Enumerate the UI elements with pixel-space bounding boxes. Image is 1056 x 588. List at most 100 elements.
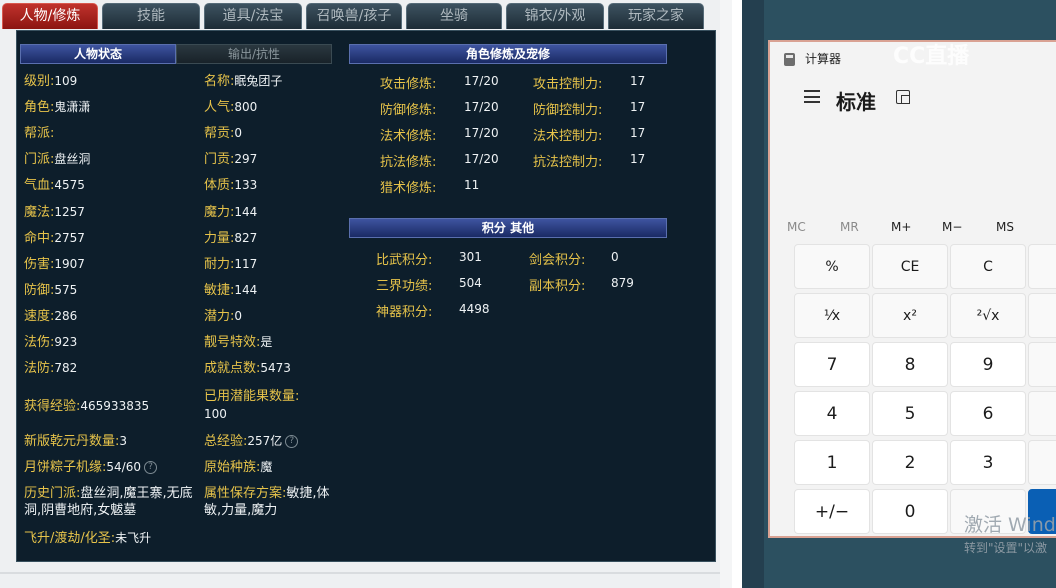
stat-row: 帮派: bbox=[24, 125, 54, 142]
tab-summons[interactable]: 召唤兽/孩子 bbox=[306, 3, 402, 29]
exp-label: 获得经验: bbox=[24, 399, 81, 414]
points-value: 504 bbox=[459, 276, 482, 291]
calc-key[interactable]: CE bbox=[872, 244, 948, 289]
points-value: 301 bbox=[459, 250, 482, 264]
help-icon[interactable]: ? bbox=[143, 461, 157, 474]
calc-key[interactable]: 7 bbox=[794, 342, 870, 387]
ascend-row: 飞升/渡劫/化圣:未飞升 bbox=[24, 530, 151, 547]
attr-save-label: 属性保存方案: bbox=[204, 486, 287, 501]
stat-value: 1257 bbox=[54, 204, 85, 219]
scrollbar[interactable] bbox=[720, 0, 732, 588]
stat-label: 靓号特效: bbox=[204, 335, 261, 350]
stat-label: 敏捷: bbox=[204, 282, 235, 298]
stat-row: 气血:4575 bbox=[24, 177, 85, 194]
calculator-window: 计算器 标准 MC MR M+ M− MS % CE C ¹⁄x x² ²√x 7 8 9 4 5 6 1 2 3 +… bbox=[768, 40, 1056, 538]
window-edge bbox=[742, 0, 764, 588]
cultivation-label: 攻击控制力: bbox=[533, 77, 603, 92]
cultivation-value: 17/20 bbox=[464, 100, 499, 115]
calc-key[interactable] bbox=[1028, 391, 1056, 436]
stat-label: 门派: bbox=[24, 152, 55, 168]
stat-value: 盘丝洞 bbox=[54, 152, 91, 167]
stat-value: 144 bbox=[234, 204, 258, 219]
memory-button-3[interactable]: M− bbox=[942, 220, 962, 234]
calc-key[interactable] bbox=[1028, 244, 1056, 289]
stat-label: 人气: bbox=[204, 100, 235, 116]
tab-output-resist[interactable]: 输出/抗性 bbox=[176, 44, 332, 64]
tab-character[interactable]: 人物/修炼 bbox=[2, 3, 98, 29]
tab-items[interactable]: 道具/法宝 bbox=[204, 3, 302, 29]
stat-row: 人气:800 bbox=[204, 99, 257, 116]
zongzi-row: 月饼粽子机缘:54/60? bbox=[24, 459, 157, 476]
calc-key[interactable]: ¹⁄x bbox=[794, 293, 870, 338]
menu-icon[interactable] bbox=[804, 90, 820, 103]
calc-key[interactable]: 9 bbox=[950, 342, 1026, 387]
stat-value: 782 bbox=[54, 361, 78, 376]
calc-key[interactable]: 1 bbox=[794, 440, 870, 485]
stat-label: 魔力: bbox=[204, 204, 235, 220]
total-exp-label: 总经验: bbox=[204, 434, 248, 449]
potion-value-row: 100 bbox=[204, 406, 227, 423]
stat-label: 法伤: bbox=[24, 335, 55, 350]
stat-value: 923 bbox=[54, 335, 78, 349]
calc-key[interactable]: ²√x bbox=[950, 293, 1026, 338]
total-exp-row: 总经验:257亿? bbox=[204, 433, 299, 450]
calc-key[interactable]: +/− bbox=[794, 489, 870, 534]
race-label: 原始种族: bbox=[204, 460, 261, 475]
calc-key[interactable]: x² bbox=[872, 293, 948, 338]
divider bbox=[0, 572, 720, 574]
history-row: 历史门派:盘丝洞,魔王寨,无底洞,阴曹地府,女魃墓 bbox=[24, 485, 196, 519]
activation-notice: 激活 Windo bbox=[964, 514, 1056, 536]
memory-button-2[interactable]: M+ bbox=[891, 220, 911, 234]
stat-label: 级别: bbox=[24, 74, 55, 89]
stat-row: 靓号特效:是 bbox=[204, 334, 272, 351]
tab-home[interactable]: 玩家之家 bbox=[608, 3, 704, 29]
stat-value: 鬼潇潇 bbox=[54, 100, 91, 115]
cultivation-value: 17/20 bbox=[464, 126, 499, 141]
calc-key[interactable] bbox=[1028, 440, 1056, 485]
activation-subtext: 转到"设置"以激 bbox=[964, 541, 1048, 555]
stat-row: 魔法:1257 bbox=[24, 204, 85, 221]
zongzi-label: 月饼粽子机缘: bbox=[24, 460, 107, 475]
stat-value: 117 bbox=[234, 256, 258, 271]
stat-row: 魔力:144 bbox=[204, 204, 257, 221]
stat-label: 体质: bbox=[204, 178, 235, 194]
calculator-titlebar: 计算器 bbox=[784, 50, 841, 67]
cultivation-label: 攻击修炼: bbox=[380, 77, 437, 92]
points-value: 879 bbox=[611, 276, 634, 291]
calc-key[interactable]: 4 bbox=[794, 391, 870, 436]
tab-status[interactable]: 人物状态 bbox=[20, 44, 176, 64]
memory-button-1[interactable]: MR bbox=[840, 220, 859, 234]
stat-row: 门贡:297 bbox=[204, 151, 257, 168]
stat-value: 0 bbox=[234, 308, 243, 323]
calculator-icon bbox=[784, 53, 795, 66]
memory-button-0[interactable]: MC bbox=[787, 220, 806, 234]
keep-on-top-icon[interactable] bbox=[896, 90, 910, 104]
calc-key[interactable]: % bbox=[794, 244, 870, 289]
calc-key[interactable] bbox=[1028, 342, 1056, 387]
calc-key[interactable]: 8 bbox=[872, 342, 948, 387]
stat-row: 法伤:923 bbox=[24, 334, 77, 351]
cultivation-label: 抗法控制力: bbox=[533, 155, 603, 171]
calc-key[interactable]: C bbox=[950, 244, 1026, 289]
help-icon[interactable]: ? bbox=[285, 435, 299, 448]
cultivation-label: 抗法修炼: bbox=[380, 155, 437, 171]
calc-key[interactable]: 0 bbox=[872, 489, 948, 534]
stat-label: 名称: bbox=[204, 74, 235, 89]
points-label: 比武积分: bbox=[376, 253, 433, 268]
memory-button-4[interactable]: MS bbox=[996, 220, 1014, 234]
tab-skills[interactable]: 技能 bbox=[102, 3, 200, 29]
calc-key[interactable]: 5 bbox=[872, 391, 948, 436]
potion-row: 已用潜能果数量: bbox=[204, 389, 299, 405]
calc-key[interactable]: 6 bbox=[950, 391, 1026, 436]
tab-outfits[interactable]: 锦衣/外观 bbox=[506, 3, 604, 29]
cultivation-value: 17 bbox=[630, 100, 646, 115]
stat-value: 297 bbox=[234, 152, 258, 167]
stat-label: 帮贡: bbox=[204, 126, 235, 142]
calc-key[interactable] bbox=[1028, 293, 1056, 338]
points-value: 4498 bbox=[459, 302, 490, 317]
cultivation-value: 17/20 bbox=[464, 74, 499, 88]
tab-mounts[interactable]: 坐骑 bbox=[406, 3, 502, 29]
calc-key[interactable]: 2 bbox=[872, 440, 948, 485]
calc-key[interactable]: 3 bbox=[950, 440, 1026, 485]
potion-label: 已用潜能果数量: bbox=[204, 389, 300, 404]
